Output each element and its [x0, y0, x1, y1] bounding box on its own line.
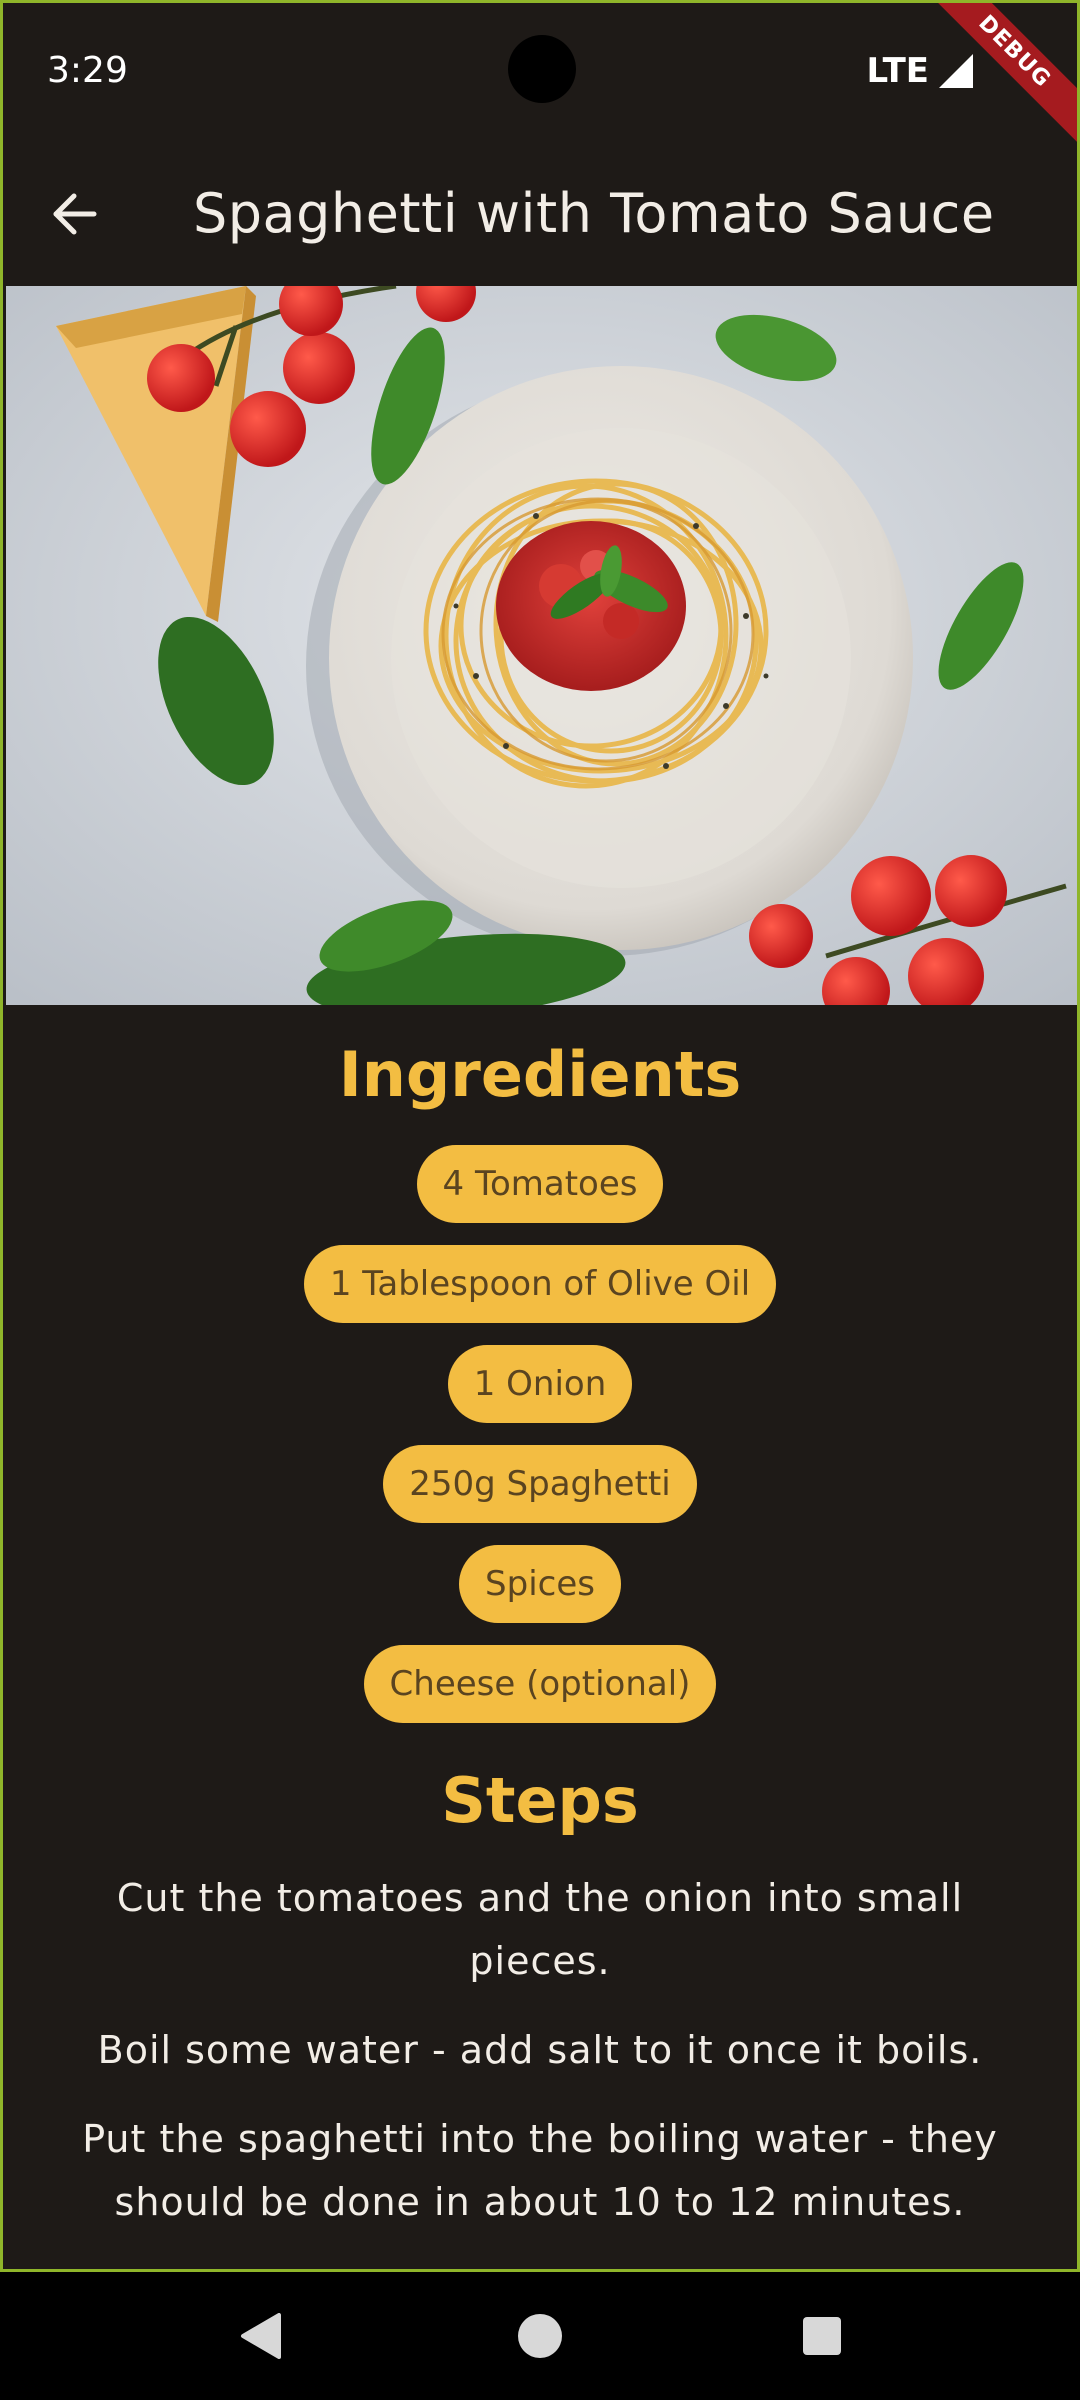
ingredient-chip: 1 Tablespoon of Olive Oil	[303, 1245, 777, 1323]
app-screen: 3:29 LTE DEBUG Spaghetti with Tomato Sau…	[0, 0, 1080, 2272]
ingredient-chip: Cheese (optional)	[363, 1645, 717, 1723]
square-recents-icon	[803, 2317, 841, 2355]
nav-home-button[interactable]	[500, 2272, 580, 2400]
back-button[interactable]	[43, 182, 107, 246]
steps-heading: Steps	[441, 1764, 639, 1837]
signal-strength-icon	[939, 54, 973, 88]
ingredient-chip: Spices	[459, 1545, 621, 1623]
ingredient-chip: 1 Onion	[447, 1345, 633, 1423]
ingredient-chip: 4 Tomatoes	[416, 1145, 664, 1223]
circle-home-icon	[518, 2314, 562, 2358]
app-bar: Spaghetti with Tomato Sauce	[3, 140, 1077, 286]
recipe-photo	[6, 286, 1077, 1005]
status-time: 3:29	[47, 50, 128, 91]
step-item: Cut the tomatoes and the onion into smal…	[116, 1876, 964, 1983]
status-indicators: LTE	[867, 47, 973, 95]
status-bar: 3:29 LTE DEBUG	[3, 3, 1077, 147]
ingredients-heading: Ingredients	[338, 1038, 742, 1111]
network-type-label: LTE	[866, 51, 929, 91]
steps-list: Cut the tomatoes and the onion into smal…	[60, 1867, 1020, 2234]
triangle-back-icon	[241, 2313, 281, 2359]
recipe-content: Ingredients 4 Tomatoes 1 Tablespoon of O…	[3, 1005, 1077, 2260]
system-navigation-bar	[0, 2272, 1080, 2400]
nav-back-button[interactable]	[220, 2272, 300, 2400]
arrow-back-icon	[53, 193, 97, 235]
nav-recents-button[interactable]	[782, 2272, 862, 2400]
step-item: Boil some water - add salt to it once it…	[97, 2028, 983, 2072]
ingredients-list: 4 Tomatoes 1 Tablespoon of Olive Oil 1 O…	[3, 1145, 1077, 1723]
camera-cutout	[508, 35, 576, 103]
step-item: Put the spaghetti into the boiling water…	[82, 2117, 998, 2224]
ingredient-chip: 250g Spaghetti	[383, 1445, 697, 1523]
page-title: Spaghetti with Tomato Sauce	[193, 182, 995, 245]
